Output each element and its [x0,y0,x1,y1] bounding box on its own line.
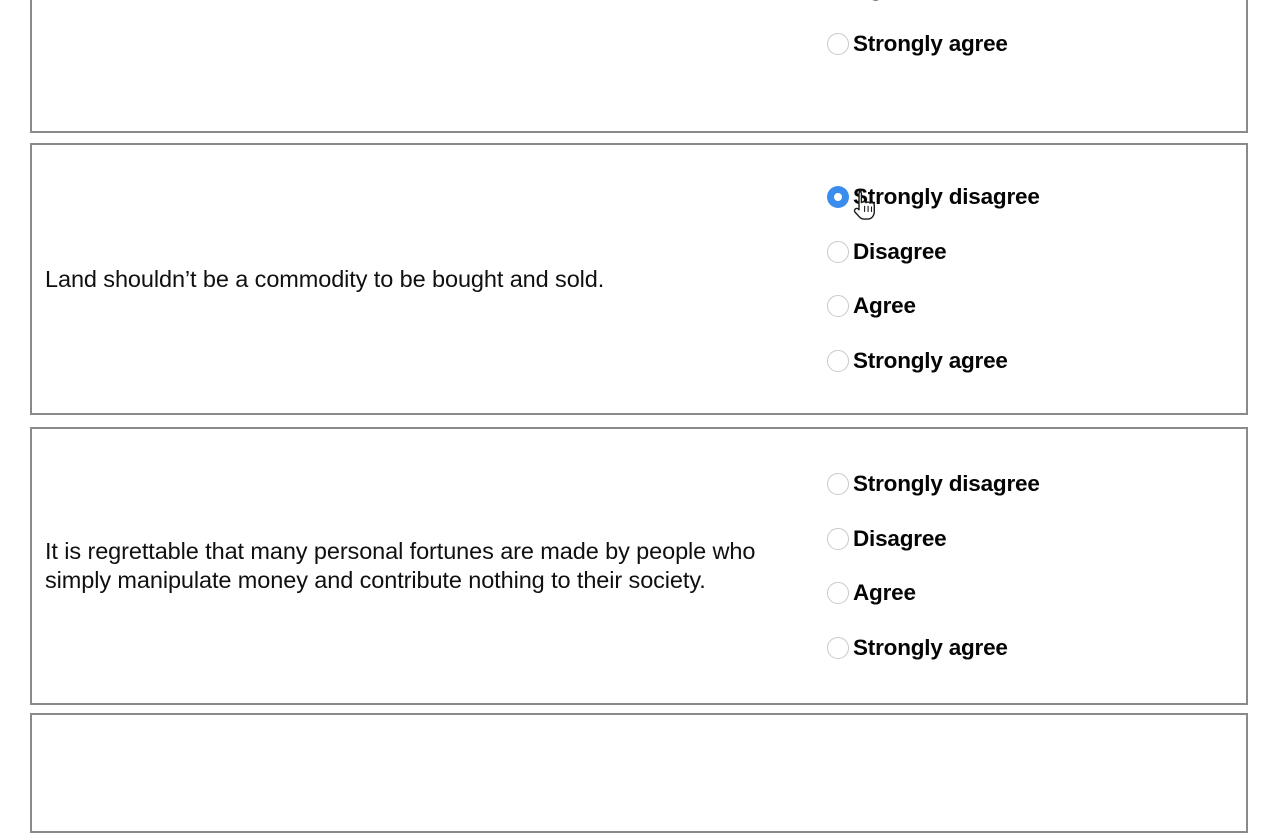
question-text-container: Land shouldn’t be a commodity to be boug… [32,265,827,294]
question-text: Land shouldn’t be a commodity to be boug… [45,265,813,294]
option-row[interactable]: Agree [827,0,1246,17]
radio-icon[interactable] [827,241,849,263]
option-row-selected[interactable]: Strongly disagree [827,170,1246,225]
option-label: Agree [853,580,916,606]
option-label: Strongly agree [853,31,1008,57]
option-label: Agree [853,0,916,2]
question-card [30,713,1248,833]
question-card: Land shouldn’t be a commodity to be boug… [30,143,1248,415]
radio-icon-selected[interactable] [827,186,849,208]
option-label: Strongly agree [853,348,1008,374]
radio-icon[interactable] [827,295,849,317]
option-row[interactable]: Disagree [827,225,1246,280]
option-row[interactable]: Strongly agree [827,17,1246,72]
question-text-container: It is regrettable that many personal for… [32,537,827,595]
option-label: Strongly agree [853,635,1008,661]
question-card: drinking water is now a bottled, branded… [30,0,1248,133]
option-row[interactable]: Strongly disagree [827,457,1246,512]
option-label: Agree [853,293,916,319]
question-text: It is regrettable that many personal for… [45,537,813,595]
options-group: Strongly disagree Disagree Agree Strongl… [827,170,1246,388]
radio-icon[interactable] [827,473,849,495]
option-row[interactable]: Agree [827,279,1246,334]
options-group: Agree Strongly agree [827,0,1246,71]
option-row[interactable]: Strongly agree [827,621,1246,676]
radio-icon[interactable] [827,637,849,659]
option-row[interactable]: Disagree [827,512,1246,567]
question-card: It is regrettable that many personal for… [30,427,1248,705]
option-label: Disagree [853,239,946,265]
radio-icon[interactable] [827,33,849,55]
option-label: Strongly disagree [853,471,1040,497]
option-row[interactable]: Agree [827,566,1246,621]
option-label: Disagree [853,526,946,552]
radio-icon[interactable] [827,528,849,550]
option-label: Strongly disagree [853,184,1040,210]
radio-icon[interactable] [827,350,849,372]
radio-icon[interactable] [827,582,849,604]
option-row[interactable]: Strongly agree [827,334,1246,389]
options-group: Strongly disagree Disagree Agree Strongl… [827,457,1246,675]
